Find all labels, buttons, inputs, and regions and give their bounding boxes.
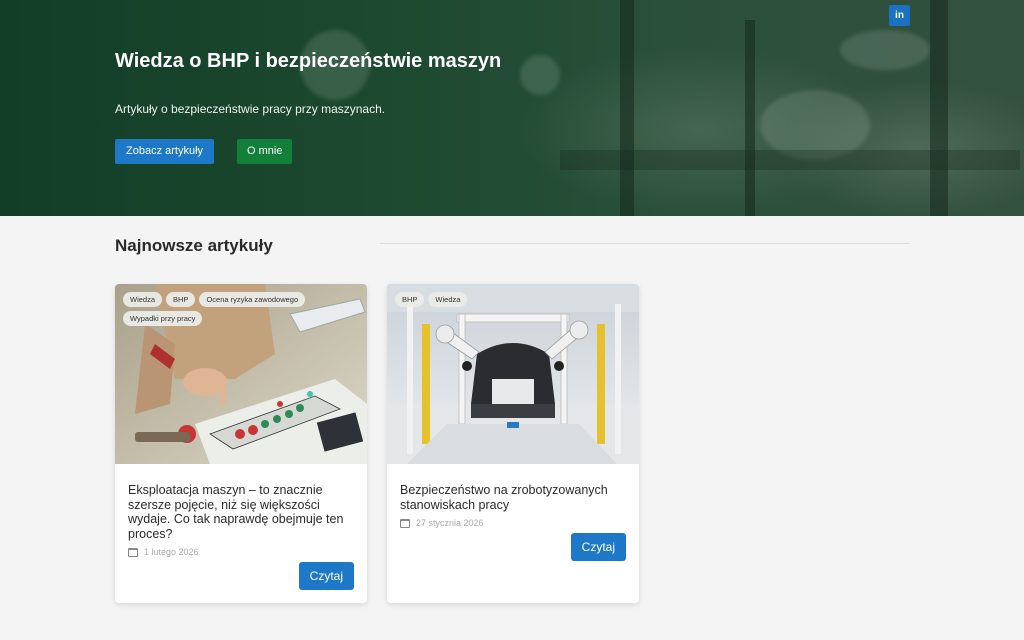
linkedin-icon[interactable]: in — [889, 5, 910, 26]
hero-title: Wiedza o BHP i bezpieczeństwie maszyn — [115, 50, 502, 72]
tag[interactable]: Ocena ryzyka zawodowego — [199, 292, 306, 307]
see-articles-button[interactable]: Zobacz artykuły — [115, 139, 215, 164]
calendar-icon — [128, 547, 138, 557]
tag[interactable]: Wypadki przy pracy — [123, 311, 203, 326]
tag[interactable]: BHP — [395, 292, 425, 307]
article-date: 27 stycznia 2026 — [400, 518, 484, 528]
hero-background-light — [520, 55, 560, 95]
about-me-button[interactable]: O mnie — [237, 139, 293, 164]
latest-articles-heading: Najnowsze artykuły — [115, 236, 273, 255]
read-button[interactable]: Czytaj — [570, 533, 626, 561]
robotic-assembly-line-photo-icon[interactable]: BHP Wiedza — [387, 284, 639, 464]
article-date-text: 1 lutego 2026 — [144, 547, 199, 557]
section-divider — [380, 243, 910, 244]
hero-background-light — [840, 30, 930, 70]
hero-background-column — [930, 0, 948, 216]
hero-background-column — [620, 0, 634, 216]
tag[interactable]: BHP — [166, 292, 196, 307]
tag-list: Wiedza BHP Ocena ryzyka zawodowego Wypad… — [123, 292, 359, 326]
tag[interactable]: Wiedza — [123, 292, 163, 307]
calendar-icon — [400, 518, 410, 528]
article-date: 1 lutego 2026 — [128, 547, 199, 557]
article-title[interactable]: Eksploatacja maszyn – to znacznie szersz… — [128, 483, 354, 541]
hero-banner: in Wiedza o BHP i bezpieczeństwie maszyn… — [0, 0, 1024, 216]
control-panel-photo-icon[interactable]: Wiedza BHP Ocena ryzyka zawodowego Wypad… — [115, 284, 367, 464]
tag[interactable]: Wiedza — [428, 292, 468, 307]
article-card: Wiedza BHP Ocena ryzyka zawodowego Wypad… — [115, 284, 367, 603]
article-card: BHP Wiedza Bezpieczeństwo na zrobotyzowa… — [387, 284, 639, 603]
article-date-text: 27 stycznia 2026 — [416, 518, 484, 528]
hero-background-column — [745, 20, 755, 216]
tag-list: BHP Wiedza — [395, 292, 631, 307]
hero-subtitle: Artykuły o bezpieczeństwie pracy przy ma… — [115, 102, 386, 116]
article-title[interactable]: Bezpieczeństwo na zrobotyzowanych stanow… — [400, 483, 626, 512]
read-button[interactable]: Czytaj — [298, 562, 354, 590]
hero-background-conveyor — [560, 150, 1020, 170]
